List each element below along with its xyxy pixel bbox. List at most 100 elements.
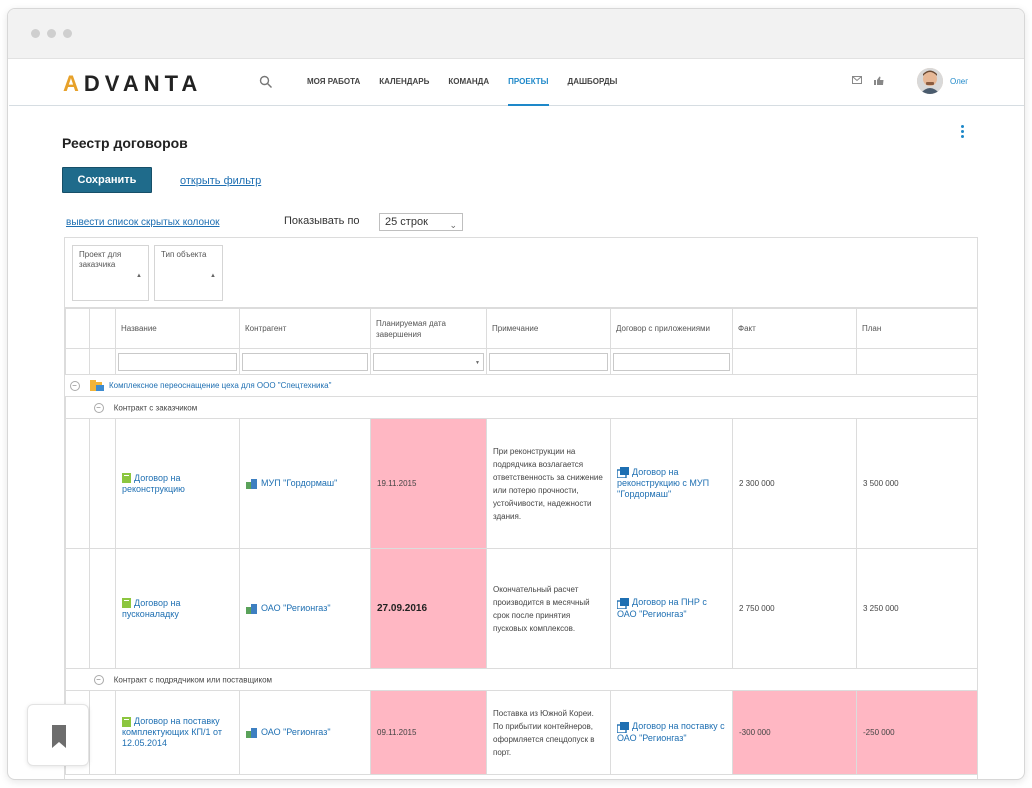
filter-input-note[interactable] [489, 352, 608, 371]
nav-item-team[interactable]: КОМАНДА [448, 60, 489, 106]
bookmark-icon[interactable] [28, 705, 90, 767]
counterparty-cell: МУП "Гордормаш" [239, 418, 371, 549]
counterparty-link[interactable]: МУП "Гордормаш" [261, 478, 337, 488]
filter-spacer [89, 348, 116, 375]
counterparty-link[interactable]: ОАО "Регионгаз" [261, 603, 331, 613]
sort-up-icon[interactable]: ▲ [210, 271, 216, 281]
counterparty-cell: ОАО "Регионгаз" [239, 548, 371, 669]
filter-row: ▼ [65, 348, 978, 375]
contracts-table: Название Контрагент Планируемая дата зав… [65, 308, 978, 775]
contract-name-link[interactable]: Договор на реконструкцию [122, 473, 185, 494]
filter-cell [856, 348, 978, 375]
group-chip-object-type[interactable]: Тип объекта ▲ [154, 245, 223, 301]
subgroup-label: Контракт с подрядчиком или поставщиком [113, 675, 273, 684]
contracts-grid: Проект для заказчика ▲ Тип объекта ▲ Наз… [64, 237, 978, 779]
linked-document-icon [617, 721, 629, 733]
column-header-name[interactable]: Название [115, 308, 240, 349]
document-icon [122, 473, 131, 484]
main-content: Реестр договоров Сохранить открыть фильт… [46, 107, 986, 779]
project-link[interactable]: Комплексное переоснащение цеха для ООО "… [109, 381, 332, 390]
contract-link[interactable]: Договор на поставку с ОАО "Регионгаз" [617, 721, 725, 742]
nav-item-projects[interactable]: ПРОЕКТЫ [508, 60, 549, 106]
note-cell: Окончательный расчет производится в меся… [486, 548, 611, 669]
group-chip-label: Проект для заказчика [79, 250, 122, 269]
row-indent [89, 548, 116, 669]
more-menu-icon[interactable] [960, 125, 966, 141]
show-hidden-columns-link[interactable]: вывести список скрытых колонок [66, 217, 220, 228]
like-icon[interactable] [874, 76, 884, 85]
nav-item-calendar[interactable]: КАЛЕНДАРЬ [379, 60, 429, 106]
contract-name-link[interactable]: Договор на поставку комплектующих КП/1 о… [122, 716, 222, 748]
contract-cell: Договор на реконструкцию с МУП "Гордорма… [610, 418, 733, 549]
column-header-counterparty[interactable]: Контрагент [239, 308, 371, 349]
filter-input-name[interactable] [118, 352, 237, 371]
filter-cell: ▼ [370, 348, 487, 375]
counterparty-link[interactable]: ОАО "Регионгаз" [261, 727, 331, 737]
page-title: Реестр договоров [62, 135, 188, 151]
user-name[interactable]: Олег [950, 77, 968, 86]
nav-item-my-work[interactable]: МОЯ РАБОТА [307, 60, 360, 106]
contract-cell: Договор на ПНР с ОАО "Регионгаз" [610, 548, 733, 669]
planned-date-cell: 19.11.2015 [370, 418, 487, 549]
counterparty-icon [246, 604, 257, 615]
page-size-value: 25 строк [385, 216, 428, 228]
window-dot-icon [47, 29, 56, 38]
mail-icon[interactable] [852, 76, 862, 84]
counterparty-cell: ОАО "Регионгаз" [239, 690, 371, 775]
fact-cell: 2 300 000 [732, 418, 857, 549]
column-header-note[interactable]: Примечание [486, 308, 611, 349]
logo[interactable]: ADVANTA [63, 71, 202, 97]
document-icon [122, 598, 131, 609]
page-size-label: Показывать по [284, 215, 360, 227]
contract-link[interactable]: Договор на реконструкцию с МУП "Гордорма… [617, 467, 709, 499]
plan-cell: 3 500 000 [856, 418, 978, 549]
bookmark-widget[interactable] [27, 704, 89, 766]
search-icon[interactable] [259, 75, 273, 89]
column-header-plan[interactable]: План [856, 308, 978, 349]
subgroup-indent [65, 668, 90, 691]
table-row[interactable]: Договор на реконструкцию МУП "Гордормаш"… [65, 418, 978, 549]
name-cell: Договор на пусконаладку [115, 548, 240, 669]
collapse-toggle-icon[interactable]: − [93, 402, 104, 413]
row-indent [65, 418, 90, 549]
dropdown-arrow-icon[interactable]: ▼ [475, 360, 480, 366]
document-icon [122, 716, 131, 727]
browser-window: ADVANTA МОЯ РАБОТА КАЛЕНДАРЬ КОМАНДА ПРО… [7, 8, 1025, 780]
subgroup-cell: − Контракт с заказчиком [89, 396, 978, 419]
filter-input-counterparty[interactable] [242, 352, 368, 371]
subgroup-label: Контракт с заказчиком [113, 403, 198, 412]
planned-date-cell: 27.09.2016 [370, 548, 487, 669]
filter-input-date[interactable]: ▼ [373, 352, 484, 371]
plan-cell: -250 000 [856, 690, 978, 775]
table-row[interactable]: Договор на поставку комплектующих КП/1 о… [65, 690, 978, 775]
nav-item-dashboards[interactable]: ДАШБОРДЫ [568, 60, 618, 106]
fact-cell: 2 750 000 [732, 548, 857, 669]
group-chip-label: Тип объекта [161, 250, 207, 259]
page-size-select[interactable]: 25 строк ⌄ [379, 213, 463, 231]
filter-cell [486, 348, 611, 375]
save-button[interactable]: Сохранить [62, 167, 152, 193]
header-spacer [65, 308, 90, 349]
app-header: ADVANTA МОЯ РАБОТА КАЛЕНДАРЬ КОМАНДА ПРО… [9, 60, 1024, 106]
row-indent [89, 418, 116, 549]
sort-up-icon[interactable]: ▲ [136, 271, 142, 281]
collapse-toggle-icon[interactable]: − [69, 380, 80, 391]
open-filter-link[interactable]: открыть фильтр [180, 175, 261, 187]
subgroup-indent [65, 396, 90, 419]
column-header-contract[interactable]: Договор с приложениями [610, 308, 733, 349]
filter-cell [732, 348, 857, 375]
avatar[interactable] [917, 68, 943, 94]
project-group-row: − Комплексное переоснащение цеха для ООО… [65, 374, 978, 397]
filter-input-contract[interactable] [613, 352, 730, 371]
note-cell: При реконструкции на подрядчика возлагае… [486, 418, 611, 549]
contract-link[interactable]: Договор на ПНР с ОАО "Регионгаз" [617, 597, 707, 618]
group-chip-project[interactable]: Проект для заказчика ▲ [72, 245, 149, 301]
window-dot-icon [63, 29, 72, 38]
column-header-planned-date[interactable]: Планируемая дата завершения [370, 308, 487, 349]
table-row[interactable]: Договор на пусконаладку ОАО "Регионгаз" … [65, 548, 978, 669]
subgroup-row: − Контракт с заказчиком [65, 396, 978, 419]
column-header-fact[interactable]: Факт [732, 308, 857, 349]
project-folder-icon [89, 380, 104, 391]
collapse-toggle-icon[interactable]: − [93, 674, 104, 685]
filter-cell [239, 348, 371, 375]
